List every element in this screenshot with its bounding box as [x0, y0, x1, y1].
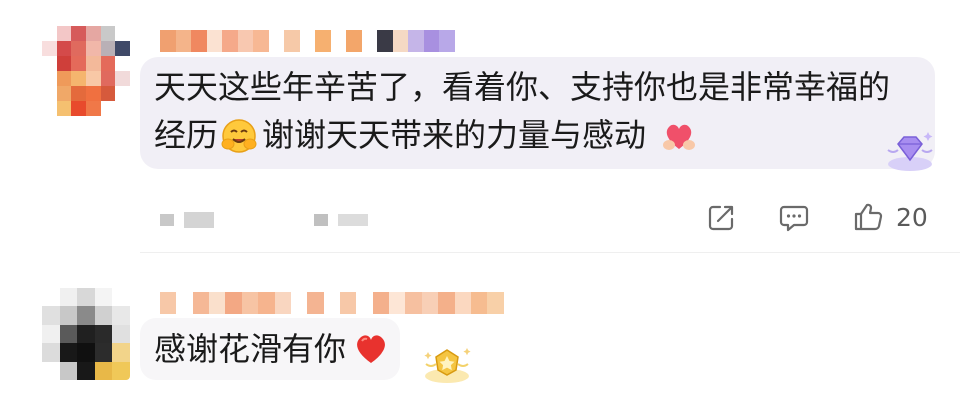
username[interactable] [160, 292, 520, 314]
comment-text-line2-end: 谢谢天天带来的力量与感动 [262, 116, 647, 154]
share-icon[interactable] [706, 203, 736, 233]
comment-meta [160, 212, 368, 228]
heart-hands-emoji [660, 117, 698, 155]
avatar[interactable] [42, 26, 130, 116]
comment-text: 感谢花滑有你 [154, 330, 347, 368]
thumbs-up-icon[interactable] [852, 201, 884, 233]
hugging-face-emoji [220, 117, 258, 155]
comment-text-line2-start: 经历 [154, 116, 219, 154]
like-count: 20 [896, 203, 928, 232]
username[interactable] [160, 30, 470, 52]
gold-badge-icon [420, 344, 474, 386]
comment-icon[interactable] [778, 203, 810, 233]
comment-text-line1: 天天这些年辛苦了，看着你、支持你也是非常幸福的 [154, 68, 891, 106]
divider [140, 252, 960, 253]
red-heart-emoji [352, 330, 390, 366]
diamond-badge-icon [884, 128, 936, 174]
avatar[interactable] [42, 288, 130, 380]
